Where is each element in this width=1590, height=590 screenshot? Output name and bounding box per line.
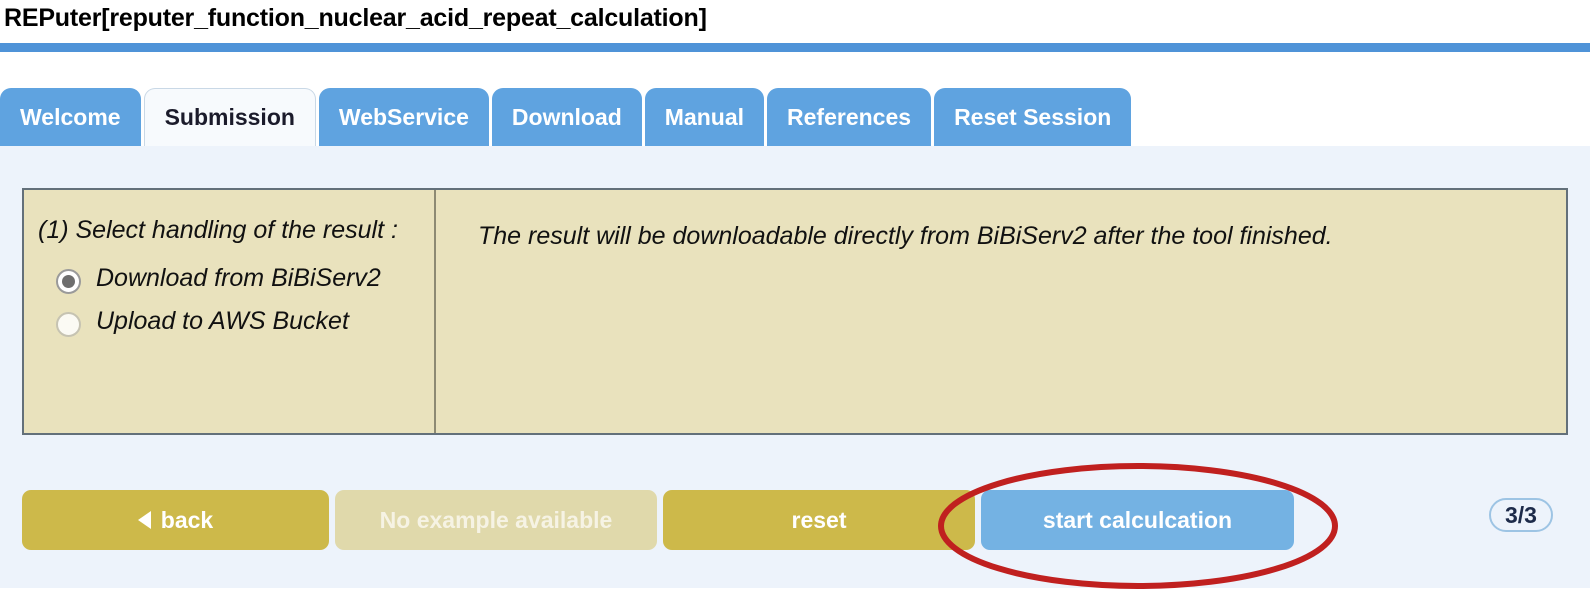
result-handling-options-column: (1) Select handling of the result : Down… — [24, 190, 436, 433]
tab-references[interactable]: References — [767, 88, 932, 146]
start-calculation-label: start calculcation — [1042, 506, 1233, 533]
radio-unselected-icon[interactable] — [56, 312, 81, 337]
result-handling-panel: (1) Select handling of the result : Down… — [22, 188, 1568, 435]
result-handling-question: (1) Select handling of the result : — [38, 216, 398, 244]
reset-button-label: reset — [791, 506, 847, 533]
result-handling-info-text: The result will be downloadable directly… — [478, 222, 1333, 250]
tab-submission[interactable]: Submission — [143, 88, 316, 146]
tab-download[interactable]: Download — [491, 88, 642, 146]
wizard-button-row: back No example available reset start ca… — [22, 490, 1300, 550]
tab-bar: Welcome Submission WebService Download M… — [0, 88, 1590, 146]
tab-webservice[interactable]: WebService — [318, 88, 489, 146]
no-example-available-label: No example available — [379, 506, 613, 533]
tab-manual[interactable]: Manual — [644, 88, 765, 146]
radio-option-download-label: Download from BiBiServ2 — [96, 264, 381, 292]
no-example-available-button: No example available — [335, 490, 657, 550]
back-button-label: back — [160, 506, 214, 533]
page-title: REPuter[reputer_function_nuclear_acid_re… — [4, 4, 707, 32]
radio-option-upload-to-aws-bucket[interactable]: Upload to AWS Bucket — [38, 305, 420, 338]
radio-option-download-from-bibiserv2[interactable]: Download from BiBiServ2 — [38, 262, 420, 295]
start-calculation-button[interactable]: start calculcation — [981, 490, 1294, 550]
step-indicator: 3/3 — [1489, 498, 1553, 532]
tab-reset-session[interactable]: Reset Session — [934, 88, 1132, 146]
result-handling-description-column: The result will be downloadable directly… — [436, 190, 1566, 433]
radio-option-upload-label: Upload to AWS Bucket — [96, 307, 349, 335]
reset-button[interactable]: reset — [663, 490, 975, 550]
back-button[interactable]: back — [22, 490, 329, 550]
triangle-left-icon — [137, 511, 151, 529]
tab-welcome[interactable]: Welcome — [0, 88, 141, 146]
radio-selected-icon[interactable] — [56, 269, 81, 294]
content-area: (1) Select handling of the result : Down… — [0, 146, 1590, 589]
title-divider-rule — [0, 43, 1590, 52]
